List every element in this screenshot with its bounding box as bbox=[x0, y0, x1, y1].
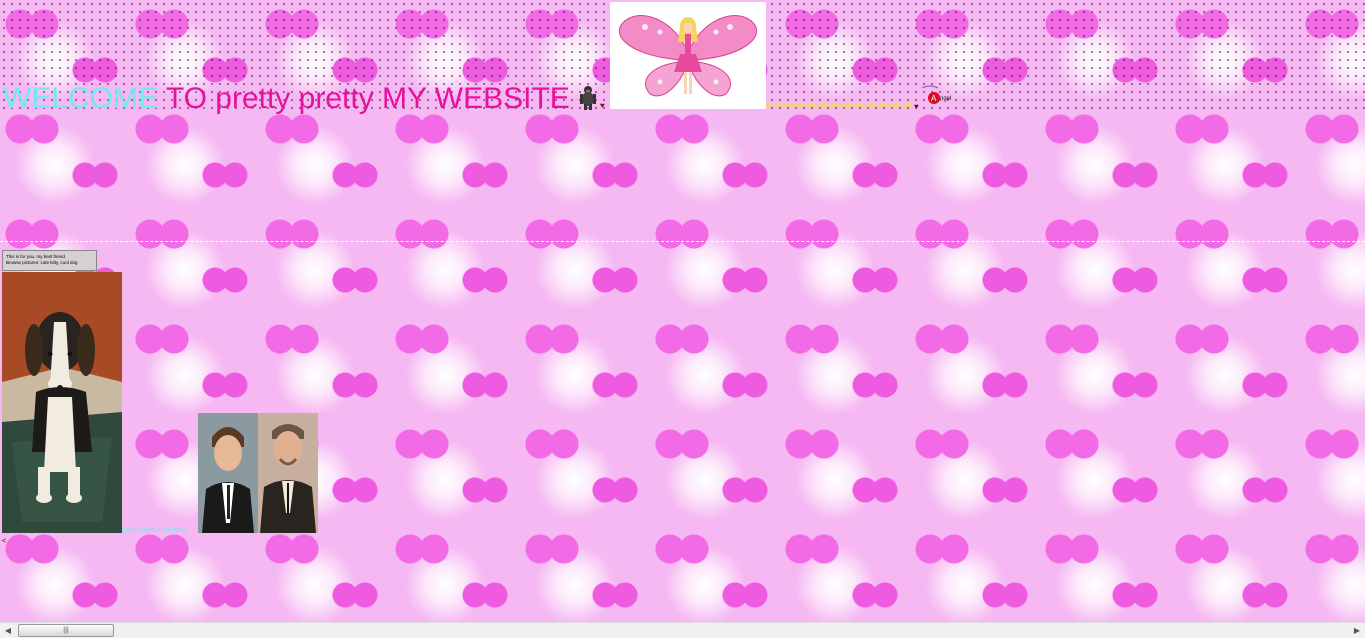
note-line: Browse pictures: cute kitty, cool dog bbox=[6, 260, 78, 265]
gorilla-gif-icon bbox=[580, 86, 596, 110]
cyan-text-link[interactable]: pretty pretty pretty pretty bbox=[122, 527, 187, 533]
site-header: WELCOME TO pretty pretty MY WEBSITE ♥ bl… bbox=[0, 0, 1365, 115]
heart-icon: ♥ bbox=[914, 102, 919, 111]
fairy-butterfly-image bbox=[610, 2, 766, 109]
horizontal-scrollbar[interactable]: ◀ ||| ▶ bbox=[0, 622, 1365, 638]
scroll-grip-icon: ||| bbox=[63, 627, 69, 634]
note-box: This is for you, my best friend. Browse … bbox=[2, 250, 97, 271]
scroll-thumb[interactable]: ||| bbox=[18, 624, 114, 637]
beagle-puppy-photo bbox=[2, 272, 122, 533]
svg-text:ngel: ngel bbox=[940, 96, 951, 102]
dashed-divider bbox=[0, 241, 1365, 242]
marquee-text: blinkblinkgirlsgirlsgirlsgirlsgirlsgirls… bbox=[766, 103, 913, 109]
celebrity-photo bbox=[198, 413, 318, 533]
svg-text:A: A bbox=[931, 94, 937, 103]
page-title: WELCOME TO pretty pretty MY WEBSITE bbox=[3, 80, 570, 118]
angel-logo: A ngel bbox=[921, 85, 951, 104]
scroll-right-arrow-icon[interactable]: ▶ bbox=[1349, 623, 1365, 638]
scroll-left-arrow-icon[interactable]: ◀ bbox=[0, 623, 16, 638]
title-rest: TO pretty pretty MY WEBSITE bbox=[165, 82, 570, 115]
small-mark: < bbox=[2, 538, 7, 545]
heart-icon: ♥ bbox=[600, 101, 605, 110]
title-welcome: WELCOME bbox=[3, 82, 159, 115]
